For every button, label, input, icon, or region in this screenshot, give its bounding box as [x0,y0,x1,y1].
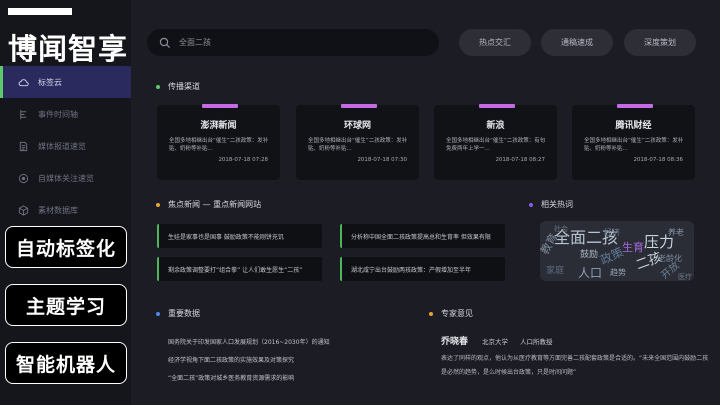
deep-planning-button[interactable]: 深度策划 [624,29,696,56]
section-title-text: 相关热词 [541,200,573,209]
key-data-link[interactable]: 国务院关于印发国家人口发展规划（2016~2030年）的通知 [168,337,330,346]
target-icon [18,173,29,183]
auto-tagging-button[interactable]: 自动标签化 [5,226,127,268]
channel-time: 2018-07-18 07:28 [218,157,268,163]
hot-word: 人口 [578,266,602,280]
orange-dot-icon [429,311,433,316]
sidebar-item-label: 自媒体关注速览 [38,173,94,183]
hot-word: 趋势 [610,267,626,277]
orange-dot-icon [156,202,160,207]
search-icon [159,37,171,48]
topic-learning-button[interactable]: 主题学习 [5,284,127,326]
sidebar-item-label: 标签云 [38,77,62,87]
timeline-icon [20,109,27,119]
key-data-link[interactable]: “全面二孩”政策对城乡医务教育资源需求的影响 [168,373,294,382]
expert-org: 北京大学 [482,338,509,346]
channel-name: 环球网 [343,121,371,131]
word-cloud[interactable]: 教育 全面二孩 政策 生育 压力 人口 开放 二孩 家庭 养老 经济 趋势 老龄… [540,221,694,281]
sidebar-item-label: 媒体报道速览 [38,141,86,151]
green-dot-icon [156,84,160,89]
hot-word: 医疗 [678,272,692,281]
channel-desc: 全国多地相继出台“催生”二孩政策：发补贴、奶粉等补贴... [169,138,269,152]
expert-name: 乔晓春 [441,337,469,347]
section-title-key-data: 重要数据 [156,308,200,319]
expert-opinion: 表达了同样的观点，他认为从医疗教育等方面完善二孩配套政策是合适的。“未来全国范围… [441,355,709,376]
hot-word: 生育 [622,240,644,254]
channel-card[interactable]: 腾讯财经 全国多地相继出台“催生”二孩政策：发补贴、奶粉等补贴... 2018-… [572,104,695,180]
search-input[interactable] [179,38,419,47]
sidebar-item-label: 事件时间轴 [38,109,78,119]
hot-word: 养老 [668,227,684,237]
hot-topics-button[interactable]: 热点交汇 [459,29,531,56]
channel-time: 2018-07-18 07:30 [357,157,407,163]
cloud-icon [18,78,29,86]
section-title-text: 焦点新闻 — 重点新闻网站 [168,200,262,209]
sidebar-item-label: 素材数据库 [38,205,78,215]
hot-word: 社会 [554,224,568,233]
logo-bar [8,8,72,15]
channel-name: 澎湃新闻 [200,121,237,131]
hot-word: 鼓励 [580,248,598,260]
quick-draft-button[interactable]: 通稿速成 [541,29,613,56]
expert-header: 乔晓春 北京大学 人口所教授 [441,334,565,347]
sidebar-item-tag-cloud[interactable]: 标签云 [0,66,131,98]
document-icon [19,141,28,151]
word-cloud-graphic: 教育 全面二孩 政策 生育 压力 人口 开放 二孩 家庭 养老 经济 趋势 老龄… [540,221,694,281]
brand-title: 博闻智享 [8,32,129,66]
key-data-link[interactable]: 经济学视角下面二孩政策的实施效果及对策探究 [168,355,294,364]
sidebar-nav: 标签云 事件时间轴 媒体报道速览 自媒体关注速览 素材数据库 [0,66,131,226]
channel-desc: 全国多地相继出台“催生”二孩政策：发补贴、奶粉等补贴... [308,138,408,152]
section-title-text: 专家意见 [441,309,473,318]
channel-desc: 全国多地相继出台“催生”二孩政策：有句免费两年上学一... [446,138,546,152]
section-title-channels: 传播渠道 [156,81,200,92]
channel-name: 腾讯财经 [615,121,652,131]
sidebar-item-self-media[interactable]: 自媒体关注速览 [0,162,131,194]
section-title-focus-news: 焦点新闻 — 重点新闻网站 [156,199,261,210]
hot-word: 经济 [604,227,620,237]
smart-robot-button[interactable]: 智能机器人 [5,342,127,384]
section-title-hot-words: 相关热词 [529,199,573,210]
hot-word: 家庭 [546,264,564,276]
news-item[interactable]: 分析称中国全面二孩政策提高总和生育率 但效果有限 [340,224,505,248]
expert-dept: 人口所教授 [520,338,553,346]
channel-name: 新浪 [486,121,505,131]
hot-word: 老龄化 [658,253,682,263]
news-item[interactable]: 剩余政策调整要打“组合拳” 让人们敢生愿生“二孩” [157,257,322,281]
card-tab [341,104,377,108]
channel-card[interactable]: 澎湃新闻 全国多地相继出台“催生”二孩政策：发补贴、奶粉等补贴... 2018-… [157,104,280,180]
news-item[interactable]: 湖北咸宁出台鼓励两孩政策：产假增加至半年 [340,257,505,281]
sidebar-item-material[interactable]: 素材数据库 [0,194,131,226]
search-bar[interactable] [147,29,439,56]
sidebar-item-timeline[interactable]: 事件时间轴 [0,98,131,130]
section-title-text: 传播渠道 [168,82,200,91]
card-tab [202,104,238,108]
channel-desc: 全国多地相继出台“催生”二孩政策：发补贴、奶粉等补贴... [584,138,684,152]
section-title-text: 重要数据 [168,309,200,318]
channel-time: 2018-07-18 08:27 [495,157,545,163]
cube-icon [18,204,29,216]
section-title-expert: 专家意见 [429,308,473,319]
card-tab [617,104,653,108]
purple-dot-icon [529,202,533,207]
card-tab [479,104,515,108]
channel-card[interactable]: 环球网 全国多地相继出台“催生”二孩政策：发补贴、奶粉等补贴... 2018-0… [296,104,419,180]
channel-time: 2018-07-18 08:36 [633,157,683,163]
news-item[interactable]: 生娃是家事也是国事 鼓励政策不能刚饼充饥 [157,224,322,248]
sidebar-item-media[interactable]: 媒体报道速览 [0,130,131,162]
blue-dot-icon [156,311,160,316]
channel-card[interactable]: 新浪 全国多地相继出台“催生”二孩政策：有句免费两年上学一... 2018-07… [434,104,557,180]
